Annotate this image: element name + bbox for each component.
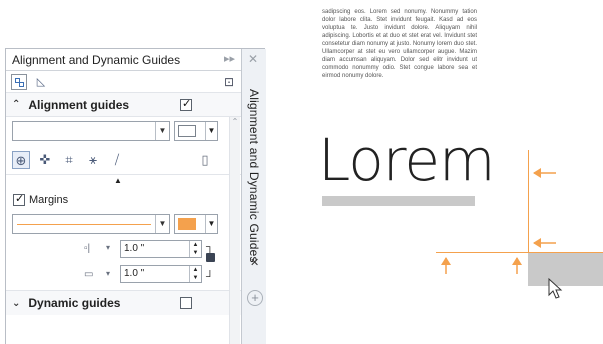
mouse-cursor-icon bbox=[548, 277, 563, 299]
alignment-guides-overlay bbox=[436, 150, 603, 299]
guide-arrow-up-left-icon bbox=[441, 257, 451, 274]
guide-arrow-left-bottom-icon bbox=[533, 238, 556, 248]
guide-arrow-left-top-icon bbox=[533, 168, 556, 178]
guide-arrow-up-right-icon bbox=[512, 257, 522, 274]
